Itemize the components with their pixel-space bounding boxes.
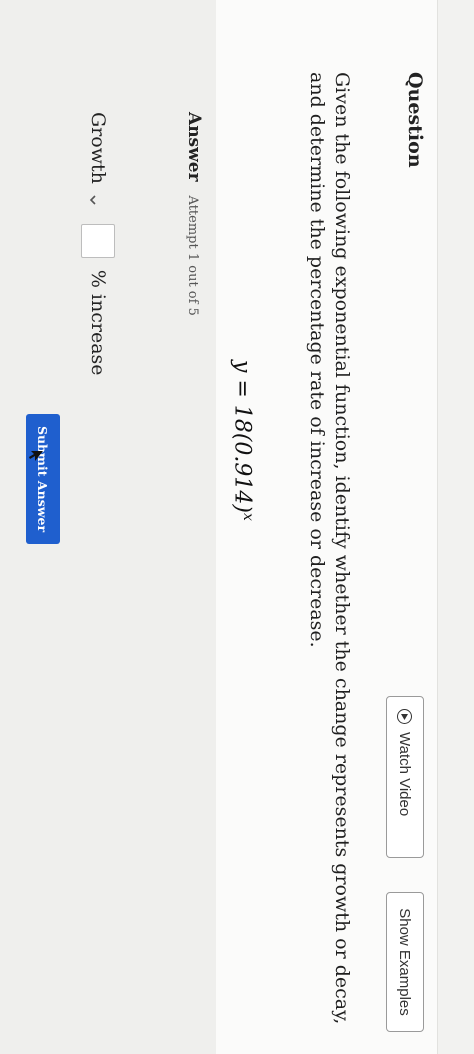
show-examples-label: Show Examples <box>396 908 414 1016</box>
chevron-down-icon <box>89 194 104 206</box>
equation-exponent: x <box>240 513 256 521</box>
mouse-cursor-icon <box>28 450 44 466</box>
watch-video-label: Watch Video <box>396 732 414 817</box>
answer-controls: Growth % increase <box>78 112 118 376</box>
question-heading: Question <box>404 72 426 168</box>
play-circle-icon <box>397 709 413 724</box>
equation: y = 18(0.914)x <box>230 360 256 521</box>
top-bar <box>437 0 474 1054</box>
answer-header: Answer Attempt 1 out of 5 <box>184 112 204 316</box>
equation-body: y = 18(0.914) <box>229 360 255 513</box>
percent-input[interactable] <box>81 223 115 258</box>
growth-select-value: Growth <box>87 112 109 184</box>
show-examples-button[interactable]: Show Examples <box>386 892 424 1032</box>
watch-video-button[interactable]: Watch Video <box>386 696 424 858</box>
percent-increase-label: % increase <box>87 269 109 376</box>
growth-decay-select[interactable]: Growth <box>87 112 109 206</box>
submit-answer-button[interactable]: Submit Answer <box>26 414 60 544</box>
attempt-counter: Attempt 1 out of 5 <box>185 195 200 316</box>
screen: Question Watch Video Show Examples Given… <box>0 0 474 1054</box>
question-text: Given the following exponential function… <box>306 72 353 1025</box>
answer-label: Answer <box>184 112 204 182</box>
